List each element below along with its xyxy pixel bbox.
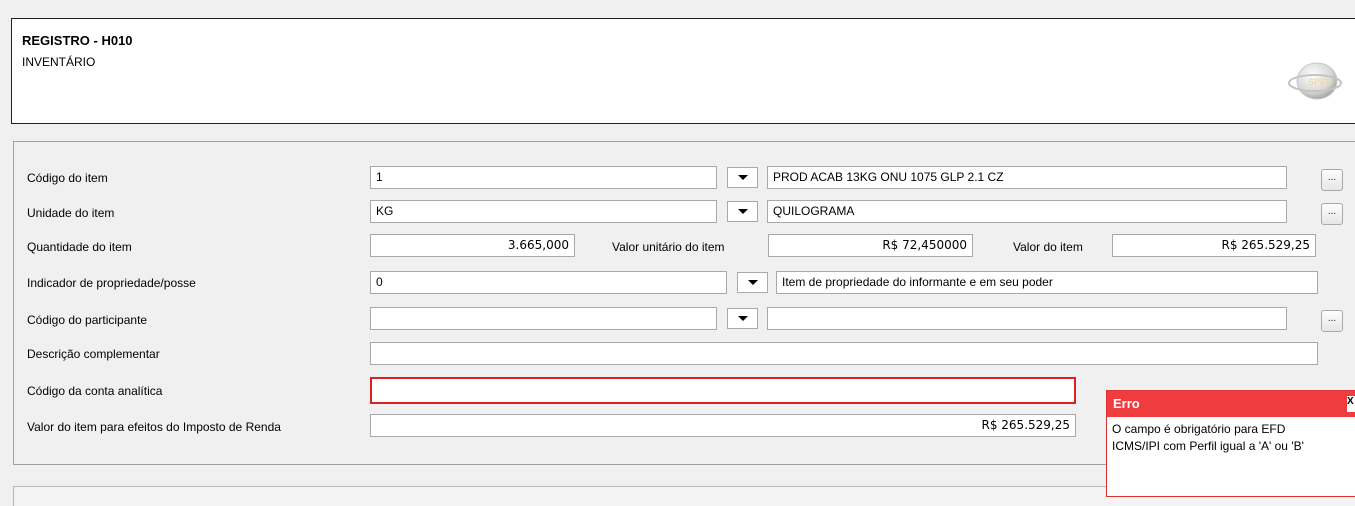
valor-item-label: Valor do item (1013, 240, 1083, 254)
register-subtitle: INVENTÁRIO (22, 55, 96, 69)
error-message: O campo é obrigatório para EFD ICMS/IPI … (1107, 417, 1355, 459)
register-header: REGISTRO - H010 INVENTÁRIO SPED (11, 18, 1355, 124)
register-code: REGISTRO - H010 (22, 33, 133, 48)
valor-unitario-input[interactable]: R$ 72,450000 (768, 234, 973, 257)
indicador-dropdown[interactable] (737, 272, 768, 293)
valor-ir-label: Valor do item para efeitos do Imposto de… (27, 420, 281, 434)
conta-input[interactable] (370, 377, 1076, 404)
descricao-input[interactable] (370, 342, 1318, 365)
participante-input[interactable] (370, 307, 717, 330)
error-title-bar: Erro X (1107, 391, 1355, 417)
codigo-item-lookup-button[interactable]: ... (1321, 169, 1343, 191)
participante-description (767, 307, 1287, 330)
valor-ir-input[interactable]: R$ 265.529,25 (370, 414, 1076, 437)
quantidade-label: Quantidade do item (27, 240, 132, 254)
codigo-item-label: Código do item (27, 171, 108, 185)
indicador-label: Indicador de propriedade/posse (27, 276, 196, 290)
error-title: Erro (1113, 396, 1140, 411)
codigo-item-description: PROD ACAB 13KG ONU 1075 GLP 2.1 CZ (767, 166, 1287, 189)
unidade-item-input[interactable]: KG (370, 200, 717, 223)
error-message-line-1: O campo é obrigatório para EFD (1112, 422, 1286, 436)
participante-dropdown[interactable] (727, 308, 758, 329)
quantidade-input[interactable]: 3.665,000 (370, 234, 575, 257)
chevron-down-icon (738, 209, 748, 214)
valor-unitario-label: Valor unitário do item (612, 240, 725, 254)
valor-item-input[interactable]: R$ 265.529,25 (1112, 234, 1316, 257)
error-popup: Erro X O campo é obrigatório para EFD IC… (1106, 390, 1355, 497)
chevron-down-icon (738, 175, 748, 180)
participante-lookup-button[interactable]: ... (1321, 310, 1343, 332)
indicador-input[interactable]: 0 (370, 271, 727, 294)
sped-logo-icon: SPED (1288, 62, 1342, 100)
chevron-down-icon (738, 316, 748, 321)
close-icon[interactable]: X (1347, 396, 1355, 412)
error-message-line-2: ICMS/IPI com Perfil igual a 'A' ou 'B' (1112, 439, 1304, 453)
unidade-item-lookup-button[interactable]: ... (1321, 203, 1343, 225)
unidade-item-dropdown[interactable] (727, 201, 758, 222)
chevron-down-icon (748, 280, 758, 285)
descricao-label: Descrição complementar (27, 347, 160, 361)
codigo-item-dropdown[interactable] (727, 167, 758, 188)
unidade-item-label: Unidade do item (27, 206, 115, 220)
codigo-item-input[interactable]: 1 (370, 166, 717, 189)
conta-label: Código da conta analítica (27, 384, 163, 398)
indicador-description: Item de propriedade do informante e em s… (776, 271, 1318, 294)
unidade-item-description: QUILOGRAMA (767, 200, 1287, 223)
participante-label: Código do participante (27, 313, 148, 327)
logo-text: SPED (1308, 77, 1333, 87)
